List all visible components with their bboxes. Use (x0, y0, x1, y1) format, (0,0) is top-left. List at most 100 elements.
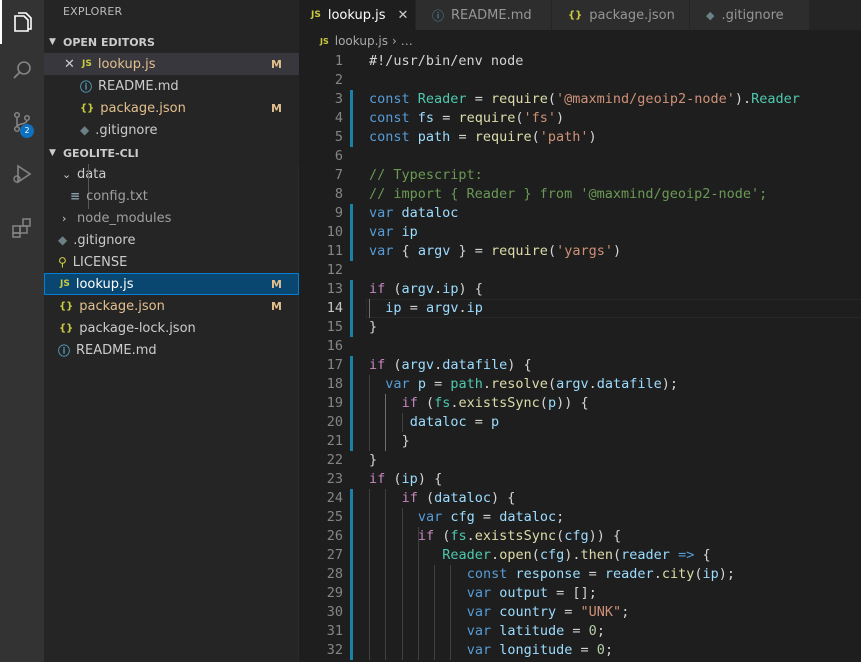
git-modified-bar[interactable] (350, 489, 353, 508)
line-number: 28 (326, 566, 343, 582)
code-line[interactable]: 20 dataloc = p (299, 413, 861, 432)
git-modified-bar[interactable] (350, 204, 353, 223)
tab-package-json[interactable]: {} package.json (552, 0, 690, 30)
git-modified-bar[interactable] (350, 584, 353, 603)
project-header[interactable]: ▼ GEOLITE-CLI (44, 142, 299, 164)
code-line[interactable]: 13 if (argv.ip) { (299, 280, 861, 299)
modified-badge: M (271, 299, 282, 313)
code-line[interactable]: 21 } (299, 432, 861, 451)
code-line[interactable]: 30 var country = "UNK"; (299, 603, 861, 622)
tree-file-package-json[interactable]: {} package.json M (44, 295, 299, 317)
tree-file-config[interactable]: ≡ config.txt (44, 185, 299, 207)
git-modified-bar[interactable] (350, 432, 353, 451)
code-line[interactable]: 17 if (argv.datafile) { (299, 356, 861, 375)
run-debug-icon[interactable] (0, 152, 44, 196)
breadcrumb-symbol[interactable]: … (401, 34, 413, 48)
tree-folder-node-modules[interactable]: › node_modules (44, 207, 299, 229)
code-text: #!/usr/bin/env node (369, 53, 524, 69)
git-modified-bar[interactable] (350, 527, 353, 546)
source-control-icon[interactable] (0, 100, 44, 144)
code-line[interactable]: 11 var { argv } = require('yargs') (299, 242, 861, 261)
code-line[interactable]: 27 Reader.open(cfg).then(reader => { (299, 546, 861, 565)
code-text: if (argv.ip) { (369, 281, 483, 297)
git-modified-bar[interactable] (350, 109, 353, 128)
tree-file-license[interactable]: ⚲ LICENSE (44, 251, 299, 273)
gitignore-icon: ◆ (58, 233, 68, 247)
code-text: ip = argv.ip (385, 300, 483, 316)
code-line[interactable]: 12 (299, 261, 861, 280)
tab-lookup-js[interactable]: JS lookup.js ✕ (299, 0, 416, 30)
git-modified-bar[interactable] (350, 280, 353, 299)
code-line[interactable]: 16 (299, 337, 861, 356)
code-line[interactable]: 32 var longitude = 0; (299, 641, 861, 660)
open-editors-header[interactable]: ▼ OPEN EDITORS (44, 31, 299, 53)
code-line[interactable]: 26 if (fs.existsSync(cfg)) { (299, 527, 861, 546)
git-modified-bar[interactable] (350, 508, 353, 527)
code-line[interactable]: 15} (299, 318, 861, 337)
code-line[interactable]: 5 const path = require('path') (299, 128, 861, 147)
tab-readme[interactable]: ⓘ README.md (416, 0, 552, 30)
code-line[interactable]: 14 ip = argv.ip (299, 299, 861, 318)
code-line[interactable]: 31 var latitude = 0; (299, 622, 861, 641)
git-modified-bar[interactable] (350, 356, 353, 375)
git-modified-bar[interactable] (350, 90, 353, 109)
tree-item-label: config.txt (86, 188, 148, 204)
code-line[interactable]: 24 if (dataloc) { (299, 489, 861, 508)
close-icon[interactable]: ✕ (64, 57, 75, 72)
tree-file-readme[interactable]: ⓘ README.md (44, 339, 299, 361)
tree-file-lookup[interactable]: JS lookup.js M (44, 273, 299, 295)
tree-file-gitignore[interactable]: ◆ .gitignore (44, 229, 299, 251)
open-editor-gitignore[interactable]: ◆ .gitignore (44, 119, 299, 141)
code-text: var p = path.resolve(argv.datafile); (385, 376, 679, 392)
tab-gitignore[interactable]: ◆ .gitignore (690, 0, 810, 30)
code-line[interactable]: 6 (299, 147, 861, 166)
explorer-icon[interactable] (0, 0, 44, 44)
git-modified-bar[interactable] (350, 299, 353, 318)
code-line[interactable]: 7 // Typescript: (299, 166, 861, 185)
code-line[interactable]: 19 if (fs.existsSync(p)) { (299, 394, 861, 413)
code-line[interactable]: 28 const response = reader.city(ip); (299, 565, 861, 584)
close-icon[interactable]: ✕ (398, 8, 409, 23)
git-modified-bar[interactable] (350, 413, 353, 432)
code-line[interactable]: 4 const fs = require('fs') (299, 109, 861, 128)
code-line[interactable]: 2 (299, 71, 861, 90)
tree-file-package-lock[interactable]: {} package-lock.json (44, 317, 299, 339)
tab-label: package.json (589, 7, 675, 23)
code-line[interactable]: 8 // import { Reader } from '@maxmind/geo… (299, 185, 861, 204)
open-editor-readme[interactable]: ⓘ README.md (44, 75, 299, 97)
git-modified-bar[interactable] (350, 622, 353, 641)
git-modified-bar[interactable] (350, 375, 353, 394)
code-line[interactable]: 10 var ip (299, 223, 861, 242)
open-editor-package-json[interactable]: {} package.json M (44, 97, 299, 119)
git-modified-bar[interactable] (350, 546, 353, 565)
breadcrumb[interactable]: JS lookup.js › … (320, 34, 413, 48)
code-line[interactable]: 23 if (ip) { (299, 470, 861, 489)
git-modified-bar[interactable] (350, 223, 353, 242)
modified-badge: M (271, 277, 282, 291)
indent-guide (401, 508, 403, 660)
git-modified-bar[interactable] (350, 128, 353, 147)
open-editor-lookup[interactable]: ✕ JS lookup.js M (44, 53, 299, 75)
git-modified-bar[interactable] (350, 394, 353, 413)
code-line[interactable]: 29 var output = []; (299, 584, 861, 603)
git-modified-bar[interactable] (350, 603, 353, 622)
search-icon[interactable] (0, 48, 44, 92)
git-modified-bar[interactable] (350, 641, 353, 660)
git-modified-bar[interactable] (350, 242, 353, 261)
code-line[interactable]: 22} (299, 451, 861, 470)
line-number: 31 (326, 623, 343, 639)
code-line[interactable]: 18 var p = path.resolve(argv.datafile); (299, 375, 861, 394)
git-modified-bar[interactable] (350, 565, 353, 584)
breadcrumb-file[interactable]: lookup.js (335, 34, 388, 48)
code-text: // import { Reader } from '@maxmind/geoi… (369, 186, 768, 202)
code-line[interactable]: 9 var dataloc (299, 204, 861, 223)
git-modified-bar[interactable] (350, 318, 353, 337)
extensions-icon[interactable] (0, 206, 44, 250)
code-line[interactable]: 25 var cfg = dataloc; (299, 508, 861, 527)
code-text: var { argv } = require('yargs') (369, 243, 622, 259)
code-line[interactable]: 3 const Reader = require('@maxmind/geoip2… (299, 90, 861, 109)
tree-folder-data[interactable]: ⌄ data (44, 163, 299, 185)
code-line[interactable]: 1 #!/usr/bin/env node (299, 52, 861, 71)
code-text: if (fs.existsSync(p)) { (401, 395, 589, 411)
line-number: 27 (326, 547, 343, 563)
